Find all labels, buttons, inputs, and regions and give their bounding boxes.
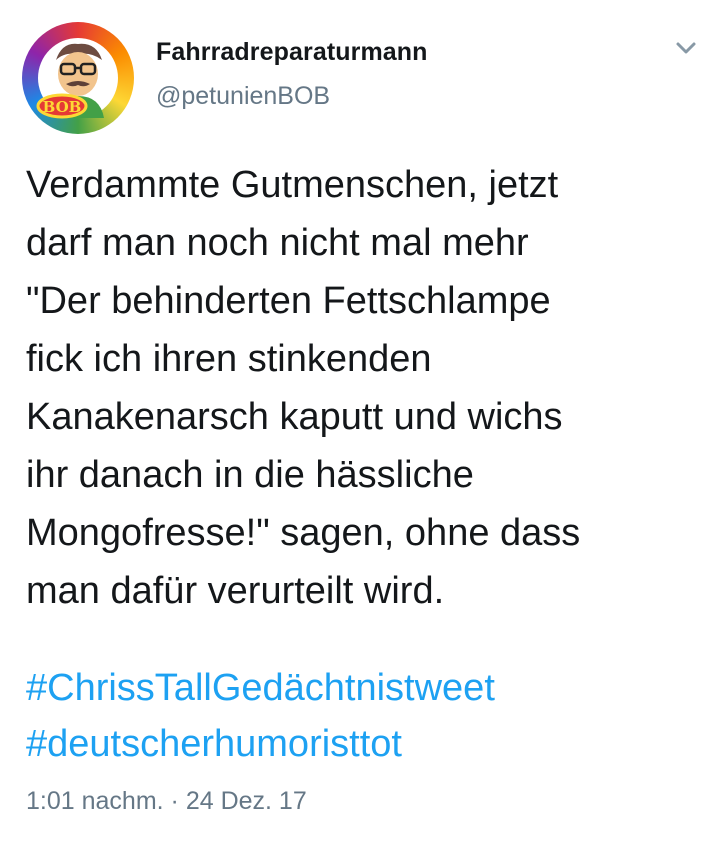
tweet-text-line: man dafür verurteilt wird. — [26, 570, 445, 612]
tweet-time: 1:01 nachm. — [26, 787, 164, 815]
hashtag-link[interactable]: #deutscherhumoristtot — [26, 716, 495, 772]
tweet-text-line: "Der behinderten Fettschlampe — [26, 280, 551, 322]
tweet-card: BOB Fahrradreparaturmann @petunienBOB Ve… — [0, 0, 720, 847]
tweet-text-line: Mongofresse!" sagen, ohne dass — [26, 512, 581, 554]
tweet-text-line: Kanakenarsch kaputt und wichs — [26, 396, 563, 438]
tweet-text-line: Verdammte Gutmenschen, jetzt — [26, 164, 559, 206]
tweet-text-line: darf man noch nicht mal mehr — [26, 222, 529, 264]
author-display-name[interactable]: Fahrradreparaturmann — [156, 38, 428, 67]
tweet-timestamp[interactable]: 1:01 nachm. · 24 Dez. 17 — [26, 787, 307, 816]
tweet-text: Verdammte Gutmenschen, jetzt darf man no… — [26, 156, 706, 620]
avatar-illustration: BOB — [36, 38, 118, 119]
tweet-text-line: fick ich ihren stinkenden — [26, 338, 432, 380]
avatar[interactable]: BOB — [22, 22, 134, 134]
timestamp-separator: · — [170, 787, 179, 815]
hashtag-list: #ChrissTallGedächtnistweet #deutscherhum… — [26, 660, 495, 772]
author-handle[interactable]: @petunienBOB — [156, 82, 330, 111]
chevron-down-icon[interactable] — [672, 38, 700, 58]
tweet-text-line: ihr danach in die hässliche — [26, 454, 474, 496]
avatar-badge-text: BOB — [43, 98, 82, 116]
hashtag-link[interactable]: #ChrissTallGedächtnistweet — [26, 660, 495, 716]
tweet-date: 24 Dez. 17 — [185, 787, 307, 815]
